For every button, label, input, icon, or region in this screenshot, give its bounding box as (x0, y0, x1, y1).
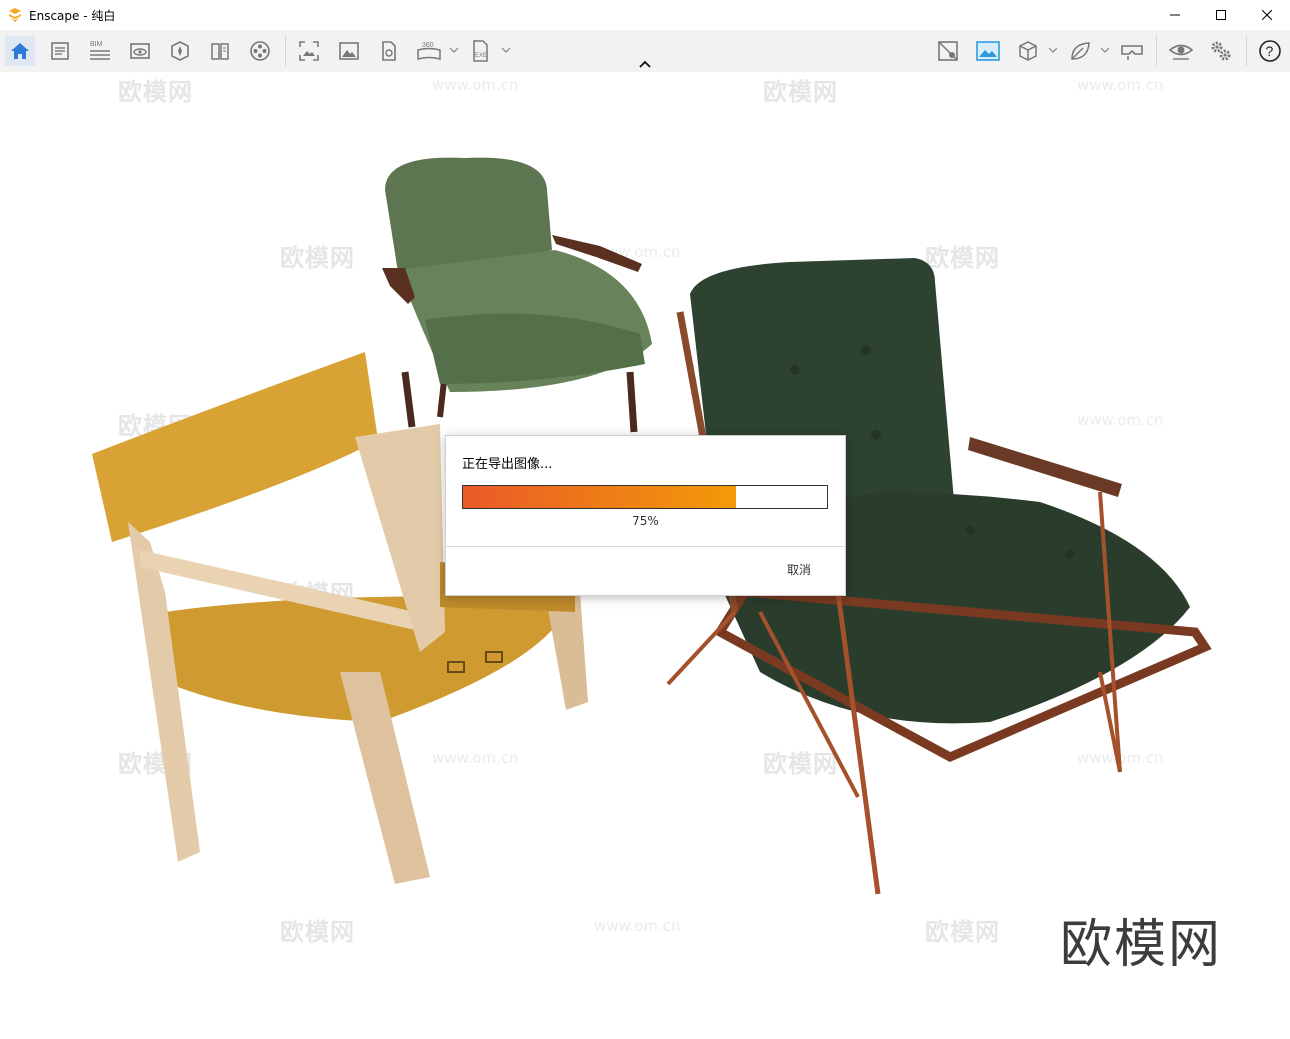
leaf-icon (1071, 42, 1090, 60)
vr-headset-icon (1121, 45, 1143, 60)
book-icon (211, 43, 229, 60)
cube-button[interactable] (1013, 36, 1043, 66)
help-icon: ? (1259, 40, 1281, 62)
leaf-dropdown[interactable] (1100, 42, 1110, 60)
exe-export-icon: EXE (473, 40, 488, 62)
screenshot-icon (299, 41, 319, 61)
material-icon (938, 41, 958, 61)
cancel-button[interactable]: 取消 (787, 561, 811, 578)
chevron-down-icon (1101, 48, 1109, 53)
home-icon (11, 43, 29, 59)
cube-icon (1019, 41, 1037, 61)
screenshot-button[interactable] (294, 36, 324, 66)
view-icon (130, 43, 150, 59)
maximize-icon (1216, 10, 1226, 20)
bim-icon: BIM (90, 41, 110, 60)
chevron-down-icon (1049, 48, 1057, 53)
window-title: Enscape - 纯白 (29, 8, 116, 23)
cube-dropdown[interactable] (1048, 42, 1058, 60)
video-button[interactable] (245, 36, 275, 66)
export-progress-bar (462, 485, 828, 509)
view-button[interactable] (125, 36, 155, 66)
maximize-button[interactable] (1198, 0, 1244, 30)
dialog-title: 正在导出图像... (462, 457, 553, 472)
green-tub-chair (382, 157, 652, 433)
close-icon (1262, 10, 1272, 20)
minimize-icon (1170, 14, 1180, 16)
exe-label: EXE (475, 53, 487, 59)
svg-text:?: ? (1266, 43, 1274, 59)
material-button[interactable] (933, 36, 963, 66)
panorama-dropdown[interactable] (449, 42, 459, 60)
window-controls (1152, 0, 1290, 30)
help-button[interactable]: ? (1255, 36, 1285, 66)
bim-label: BIM (90, 41, 103, 48)
book-button[interactable] (205, 36, 235, 66)
close-button[interactable] (1244, 0, 1290, 30)
image-button[interactable] (334, 36, 364, 66)
toolbar-separator (1156, 36, 1157, 66)
bim-button[interactable]: BIM (85, 36, 115, 66)
document-button[interactable] (45, 36, 75, 66)
settings-button[interactable] (1206, 36, 1236, 66)
exe-dropdown[interactable] (501, 42, 511, 60)
minimize-button[interactable] (1152, 0, 1198, 30)
asset-library-icon (171, 41, 189, 61)
panorama-360-button[interactable]: 360 (414, 36, 444, 66)
chevron-down-icon (450, 48, 458, 53)
vr-headset-button[interactable] (1117, 36, 1147, 66)
export-file-button[interactable] (374, 36, 404, 66)
image-icon (339, 42, 359, 60)
toolbar-separator (285, 36, 286, 66)
video-reel-icon (250, 41, 270, 61)
toolbar-separator (1246, 36, 1247, 66)
visibility-button[interactable] (1166, 36, 1196, 66)
panorama-360-icon: 360 (417, 42, 441, 60)
brand-watermark: 欧模网 (1060, 915, 1223, 975)
document-icon (51, 42, 69, 60)
leaf-button[interactable] (1065, 36, 1095, 66)
home-button[interactable] (5, 36, 35, 66)
export-progress-dialog: 正在导出图像... 75% 取消 (445, 435, 846, 596)
sky-icon (976, 41, 1000, 61)
eye-icon (1169, 44, 1193, 60)
exe-export-button[interactable]: EXE (466, 36, 496, 66)
settings-gear-icon (1211, 41, 1231, 61)
progress-percent-label: 75% (632, 514, 659, 528)
chevron-down-icon (502, 48, 510, 53)
enscape-logo-icon (9, 8, 21, 22)
title-bar: Enscape - 纯白 (0, 0, 1290, 30)
sky-button[interactable] (973, 36, 1003, 66)
dialog-divider (446, 546, 845, 547)
export-file-icon (382, 41, 396, 61)
asset-library-button[interactable] (165, 36, 195, 66)
progress-fill (463, 486, 736, 508)
collapse-toolbar-icon[interactable] (636, 58, 654, 70)
yellow-leather-chair (92, 352, 588, 884)
